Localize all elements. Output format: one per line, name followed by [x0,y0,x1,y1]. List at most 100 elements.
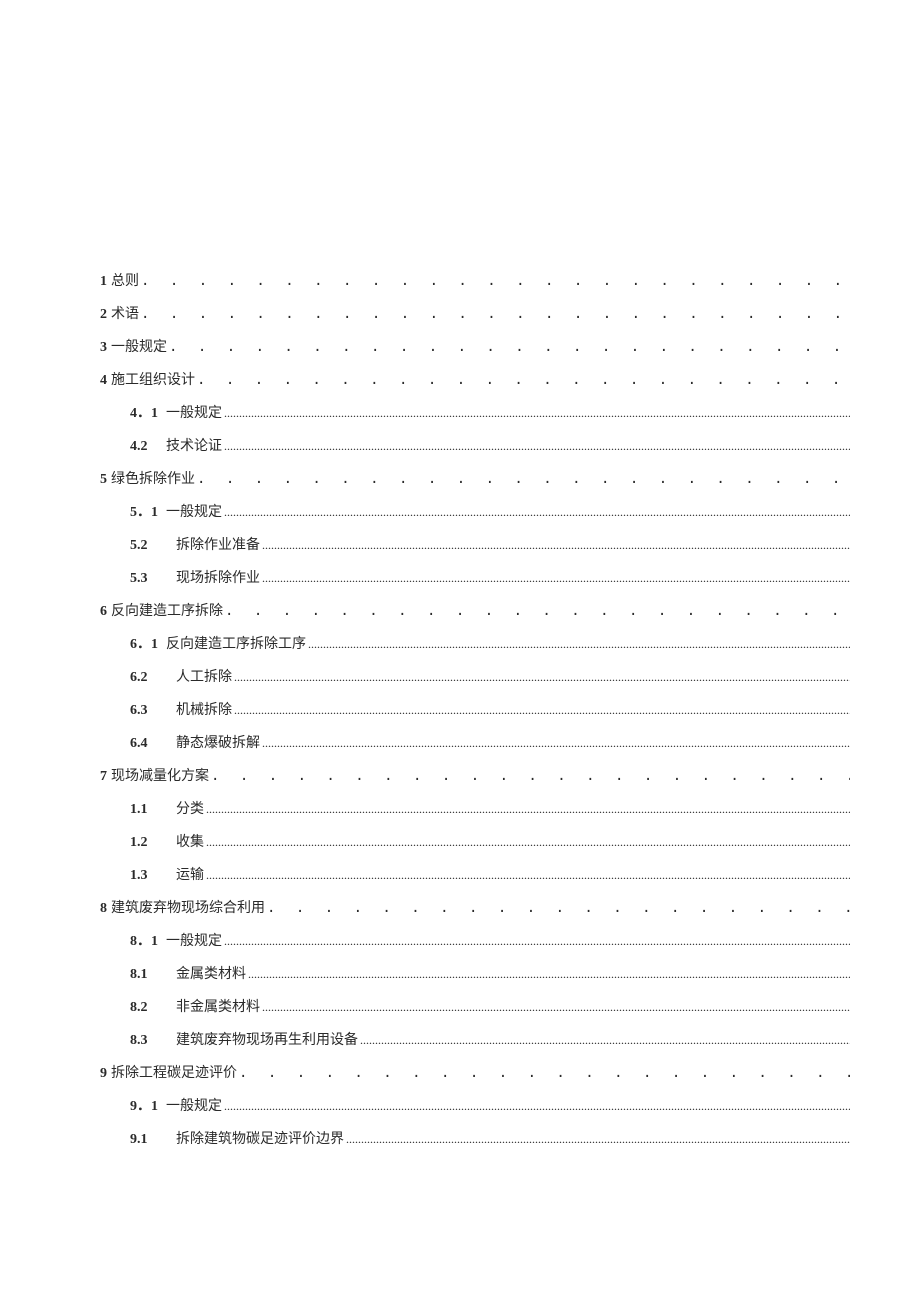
toc-entry: 2术语. . . . . . . . . . . . . . . . . . .… [100,303,850,323]
toc-entry-title: 施工组织设计 [111,369,195,389]
toc-entry: 8.3 建筑废弃物现场再生利用设备........................… [130,1029,850,1049]
toc-entry-number: 8．1 [130,930,164,950]
toc-entry-title: 机械拆除 [176,699,232,719]
toc-entry-title: 一般规定 [111,336,167,356]
toc-leader-dots: . . . . . . . . . . . . . . . . . . . . … [239,1065,850,1081]
toc-entry-title: 拆除作业准备 [176,534,260,554]
toc-entry-title: 一般规定 [166,501,222,521]
toc-leader-dots: ........................................… [248,967,850,982]
toc-entry-number: 6.2 [130,670,164,686]
toc-entry-title: 静态爆破拆解 [176,732,260,752]
toc-leader-dots: ........................................… [206,868,850,883]
toc-entry-title: 建筑废弃物现场再生利用设备 [176,1029,358,1049]
toc-entry: 8.2 非金属类材料...............................… [130,996,850,1016]
toc-leader-dots: . . . . . . . . . . . . . . . . . . . . … [197,471,850,487]
toc-entry-title: 金属类材料 [176,963,246,983]
toc-leader-dots: ........................................… [206,802,850,817]
toc-leader-dots: ........................................… [224,505,850,520]
toc-entry: 3一般规定. . . . . . . . . . . . . . . . . .… [100,336,850,356]
toc-entry-title: 术语 [111,303,139,323]
toc-entry-number: 9 [100,1066,107,1082]
toc-entry-number: 7 [100,769,107,785]
toc-entry-number: 9．1 [130,1095,164,1115]
toc-entry: 7现场减量化方案. . . . . . . . . . . . . . . . … [100,765,850,785]
toc-entry: 6反向建造工序拆除. . . . . . . . . . . . . . . .… [100,600,850,620]
toc-entry: 1.2 收集...................................… [130,831,850,851]
toc-entry-title: 分类 [176,798,204,818]
toc-leader-dots: ........................................… [224,406,850,421]
toc-entry-number: 4．1 [130,402,164,422]
toc-entry: 6．1反向建造工序拆除工序...........................… [130,633,850,653]
toc-entry-title: 非金属类材料 [176,996,260,1016]
toc-leader-dots: ........................................… [262,538,850,553]
toc-entry: 1.1 分类...................................… [130,798,850,818]
toc-entry-number: 1 [100,274,107,290]
toc-entry: 5．1一般规定.................................… [130,501,850,521]
toc-entry-number: 1.3 [130,868,164,884]
toc-entry-title: 拆除建筑物碳足迹评价边界 [176,1128,344,1148]
toc-entry: 4.2技术论证.................................… [130,435,850,455]
toc-entry-number: 8.2 [130,1000,164,1016]
toc-entry-number: 8 [100,901,107,917]
toc-entry-title: 一般规定 [166,1095,222,1115]
toc-entry-number: 8.1 [130,967,164,983]
toc-entry: 8建筑废弃物现场综合利用. . . . . . . . . . . . . . … [100,897,850,917]
toc-entry: 5.2 拆除作业准备...............................… [130,534,850,554]
toc-entry: 4施工组织设计. . . . . . . . . . . . . . . . .… [100,369,850,389]
toc-entry: 6.4 静态爆破拆解...............................… [130,732,850,752]
toc-entry-title: 建筑废弃物现场综合利用 [111,897,265,917]
toc-leader-dots: ........................................… [234,670,850,685]
toc-leader-dots: ........................................… [262,1000,850,1015]
toc-entry: 9.1拆除建筑物碳足迹评价边界.........................… [130,1128,850,1148]
toc-entry-number: 4 [100,373,107,389]
toc-entry-title: 一般规定 [166,930,222,950]
toc-leader-dots: ........................................… [262,736,850,751]
toc-leader-dots: ........................................… [262,571,850,586]
toc-entry-title: 反向建造工序拆除工序 [166,633,306,653]
toc-entry: 8.1 金属类材料................................… [130,963,850,983]
toc-entry-title: 一般规定 [166,402,222,422]
toc-entry: 9拆除工程碳足迹评价. . . . . . . . . . . . . . . … [100,1062,850,1082]
toc-entry-title: 收集 [176,831,204,851]
toc-leader-dots: . . . . . . . . . . . . . . . . . . . . … [225,603,850,619]
toc-entry-number: 6.3 [130,703,164,719]
toc-leader-dots: . . . . . . . . . . . . . . . . . . . . … [211,768,850,784]
toc-entry: 5绿色拆除作业. . . . . . . . . . . . . . . . .… [100,468,850,488]
toc-entry-title: 现场减量化方案 [111,765,209,785]
toc-entry: 9．1一般规定.................................… [130,1095,850,1115]
toc-leader-dots: ........................................… [224,1099,850,1114]
toc-entry-number: 1.1 [130,802,164,818]
toc-entry-number: 8.3 [130,1033,164,1049]
toc-leader-dots: ........................................… [234,703,850,718]
toc-entry-title: 总则 [111,270,139,290]
toc-entry-number: 6 [100,604,107,620]
toc-entry-title: 拆除工程碳足迹评价 [111,1062,237,1082]
toc-leader-dots: ........................................… [360,1033,850,1048]
toc-entry: 6.3 机械拆除.................................… [130,699,850,719]
toc-entry-title: 绿色拆除作业 [111,468,195,488]
toc-leader-dots: ........................................… [308,637,850,652]
table-of-contents: 1总则. . . . . . . . . . . . . . . . . . .… [100,270,850,1148]
toc-entry-number: 3 [100,340,107,356]
toc-entry: 5.3 现场拆除作业...............................… [130,567,850,587]
toc-leader-dots: ........................................… [224,439,850,454]
toc-entry-number: 4.2 [130,439,164,455]
toc-entry: 4．1一般规定.................................… [130,402,850,422]
toc-entry-title: 反向建造工序拆除 [111,600,223,620]
toc-entry-number: 6．1 [130,633,164,653]
toc-entry-number: 1.2 [130,835,164,851]
toc-entry-number: 5.3 [130,571,164,587]
toc-entry-title: 现场拆除作业 [176,567,260,587]
toc-entry-number: 6.4 [130,736,164,752]
toc-entry-number: 5.2 [130,538,164,554]
toc-leader-dots: . . . . . . . . . . . . . . . . . . . . … [267,900,850,916]
toc-entry-title: 人工拆除 [176,666,232,686]
toc-leader-dots: . . . . . . . . . . . . . . . . . . . . … [197,372,850,388]
toc-entry: 8．1一般规定.................................… [130,930,850,950]
toc-leader-dots: ........................................… [206,835,850,850]
toc-leader-dots: . . . . . . . . . . . . . . . . . . . . … [141,306,850,322]
toc-leader-dots: ........................................… [346,1132,850,1147]
toc-entry: 1总则. . . . . . . . . . . . . . . . . . .… [100,270,850,290]
toc-entry-number: 5．1 [130,501,164,521]
toc-entry-number: 2 [100,307,107,323]
